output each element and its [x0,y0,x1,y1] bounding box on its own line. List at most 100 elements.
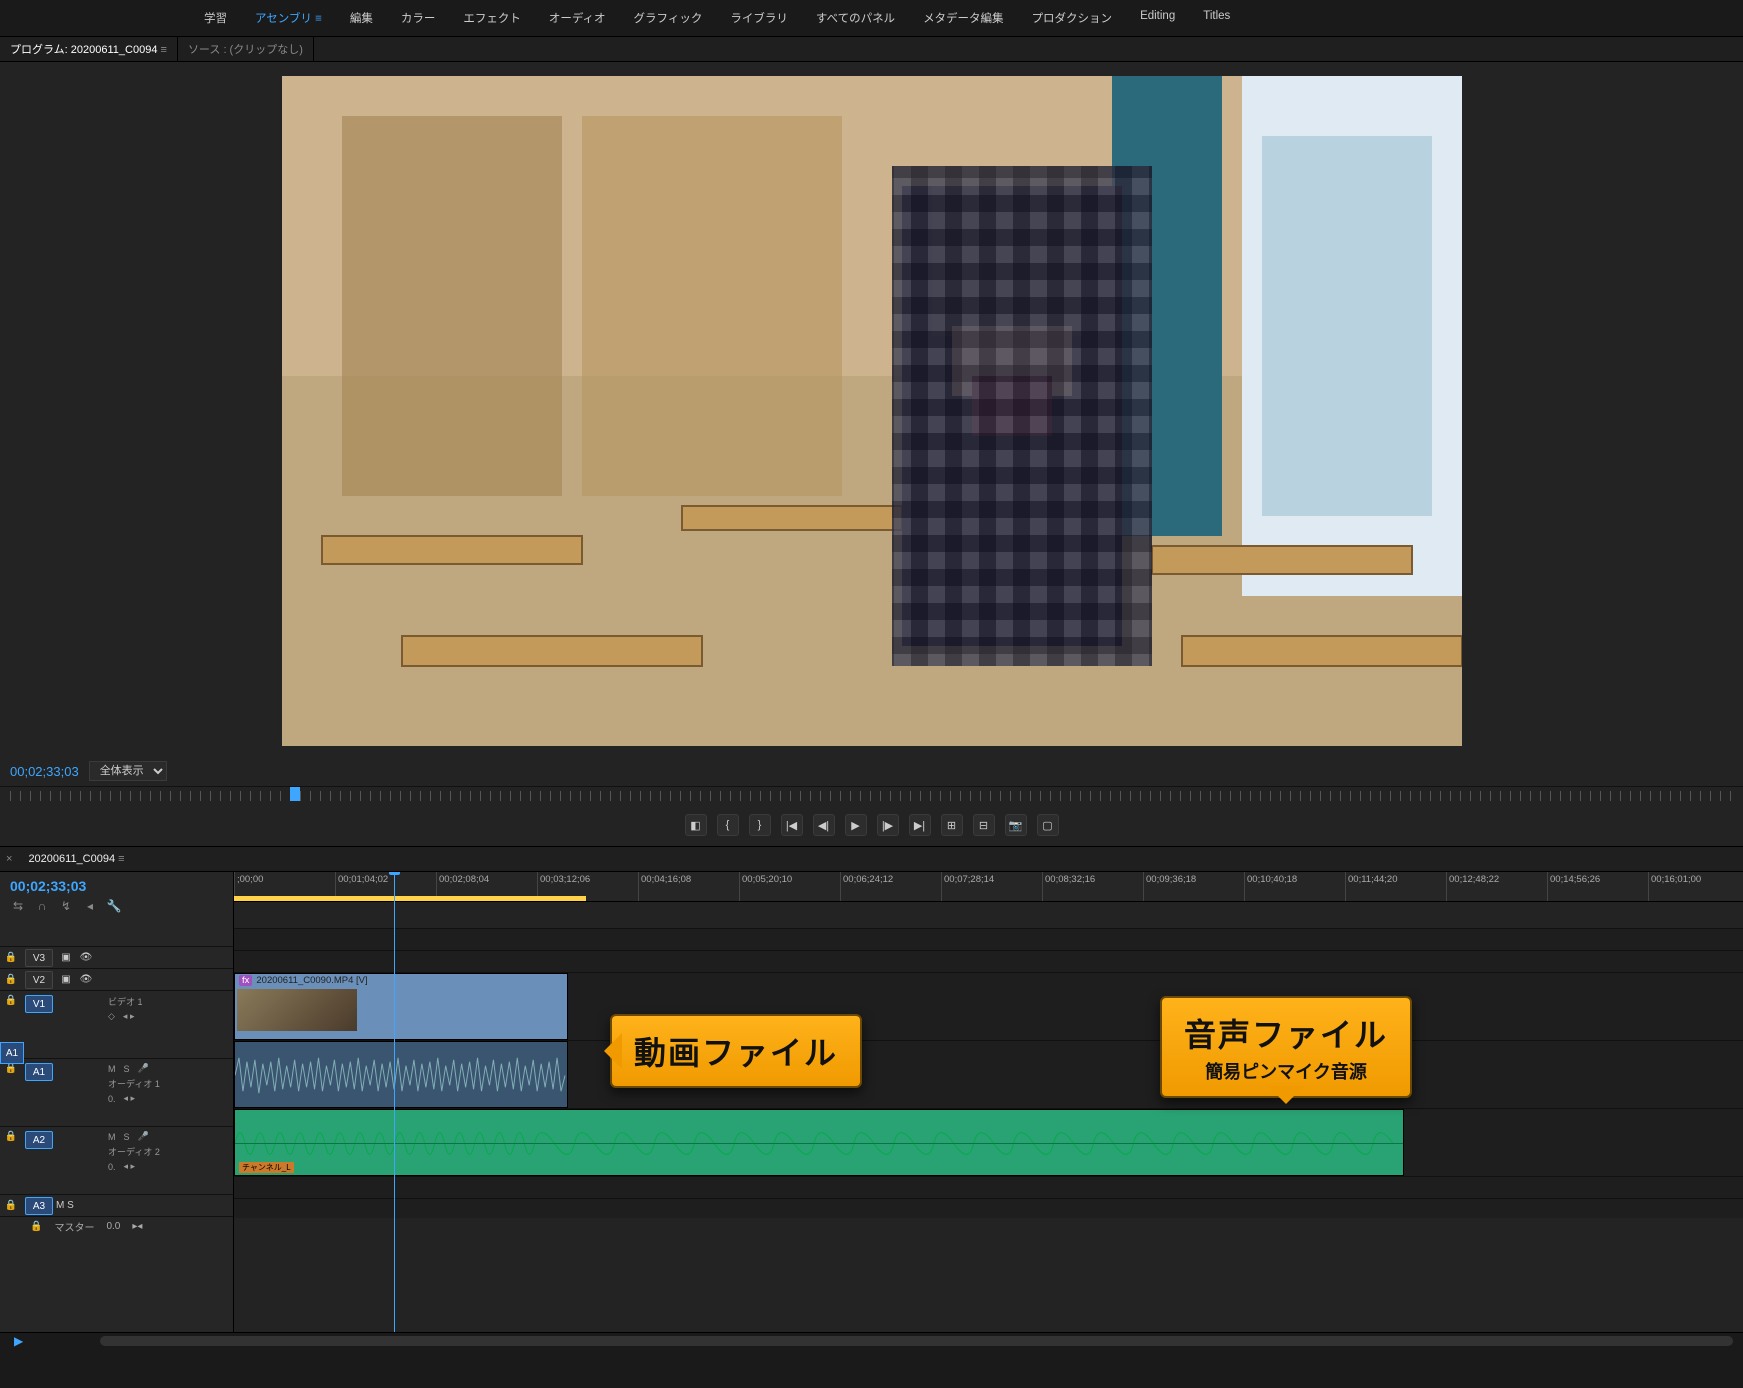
linked-selection-icon[interactable]: ∩ [34,898,50,914]
wrench-icon[interactable]: 🔧 [106,898,122,914]
time-ruler[interactable]: ;00;0000;01;04;0200;02;08;0400;03;12;060… [234,872,1743,902]
track-v2[interactable] [234,950,1743,972]
workspace-tab[interactable]: メタデータ編集 [909,4,1018,32]
audio-clip-2[interactable]: チャンネル_L [234,1109,1404,1176]
record-button[interactable]: 🎤 [138,1063,149,1074]
monitor-timecode[interactable]: 00;02;33;03 [10,764,79,779]
track-header-a2[interactable]: 🔒 A2 M S 🎤 オーディオ 2 0.◂ ▸ [0,1126,233,1194]
mute-button[interactable]: M [108,1064,116,1074]
marker-button[interactable]: ◧ [685,814,707,836]
video-preview[interactable] [282,76,1462,746]
workspace-tab[interactable]: Editing [1126,4,1189,32]
solo-button[interactable]: S [67,1200,74,1211]
workspace-tab[interactable]: プロダクション [1018,4,1127,32]
track-target-a2[interactable]: A2 [25,1131,53,1149]
video-clip[interactable]: fx20200611_C0090.MP4 [V] [234,973,568,1040]
solo-button[interactable]: S [124,1132,130,1142]
collapse-icon[interactable]: ▸◂ [132,1221,142,1232]
eye-icon[interactable]: 👁 [76,952,96,963]
marker-icon[interactable]: ↯ [58,898,74,914]
zoom-fit-select[interactable]: 全体表示 [89,761,167,781]
sequence-timecode[interactable]: 00;02;33;03 [0,872,233,896]
track-a3[interactable] [234,1176,1743,1198]
workspace-tab[interactable]: 編集 [336,4,387,32]
track-target-v1[interactable]: V1 [25,995,53,1013]
lock-icon[interactable]: 🔒 [0,1200,22,1211]
playhead[interactable] [394,872,395,1332]
timeline-scrollbar[interactable]: ▶ [0,1332,1743,1350]
snap-icon[interactable]: ⇆ [10,898,26,914]
scrollbar-thumb[interactable] [100,1336,1733,1346]
step-back-button[interactable]: ◀| [813,814,835,836]
track-a2[interactable]: チャンネル_L [234,1108,1743,1176]
workspace-tab[interactable]: ライブラリ [716,4,802,32]
workspace-tab[interactable]: 学習 [190,4,241,32]
toggle-output-icon[interactable]: ▣ [56,952,76,963]
workspace-tab[interactable]: オーディオ [535,4,620,32]
solo-button[interactable]: S [124,1064,130,1074]
track-target-a1[interactable]: A1 [25,1063,53,1081]
lock-icon[interactable]: 🔒 [0,1131,22,1142]
panel-tab-bar: プログラム: 20200611_C0094 ソース : (クリップなし) [0,36,1743,62]
record-button[interactable]: 🎤 [138,1131,149,1142]
in-point-button[interactable]: { [717,814,739,836]
track-header-v3[interactable]: 🔒 V3 ▣ 👁 [0,946,233,968]
go-to-out-button[interactable]: ▶| [909,814,931,836]
workspace-tab[interactable]: グラフィック [620,4,717,32]
workspace-tab[interactable]: カラー [387,4,450,32]
keyframe-icon[interactable]: ◇ [108,1011,115,1022]
workspace-tab[interactable]: エフェクト [449,4,535,32]
track-target-a3[interactable]: A3 [25,1197,53,1215]
source-patch-column: A1 [0,1042,24,1110]
sequence-tab[interactable]: 20200611_C0094 [18,848,134,870]
mini-playhead[interactable] [290,787,300,801]
go-to-in-button[interactable]: |◀ [781,814,803,836]
track-name-a2: オーディオ 2 [108,1145,160,1158]
sequence-header: × 20200611_C0094 [0,846,1743,872]
track-name-a1: オーディオ 1 [108,1077,160,1090]
lock-icon[interactable]: 🔒 [0,974,22,985]
settings-icon[interactable]: ◂ [82,898,98,914]
lock-icon[interactable]: 🔒 [0,995,22,1006]
step-forward-button[interactable]: |▶ [877,814,899,836]
track-header-v1[interactable]: 🔒 V1 ビデオ 1 ◇◂ ▸ [0,990,233,1058]
timeline-tools: ⇆ ∩ ↯ ◂ 🔧 [0,896,233,920]
track-v3[interactable] [234,928,1743,950]
workspace-tab[interactable]: Titles [1189,4,1244,32]
mute-button[interactable]: M [108,1132,116,1142]
track-header-v2[interactable]: 🔒 V2 ▣ 👁 [0,968,233,990]
lock-icon[interactable]: 🔒 [30,1221,42,1232]
channel-flag: チャンネル_L [239,1162,294,1173]
audio-clip-1[interactable] [234,1041,568,1108]
master-track[interactable]: 🔒 マスター 0.0 ▸◂ [0,1216,233,1236]
monitor-mini-ruler[interactable] [0,786,1743,808]
out-point-button[interactable]: } [749,814,771,836]
source-panel-tab[interactable]: ソース : (クリップなし) [178,36,314,62]
track-header-a3[interactable]: 🔒 A3 M S [0,1194,233,1216]
source-patch-a1[interactable]: A1 [0,1042,24,1064]
track-header-a1[interactable]: 🔒 A1 M S 🎤 オーディオ 1 0.◂ ▸ [0,1058,233,1126]
program-panel-tab[interactable]: プログラム: 20200611_C0094 [0,36,178,62]
export-frame-button[interactable]: 📷 [1005,814,1027,836]
eye-icon[interactable]: 👁 [76,974,96,985]
track-target-v2[interactable]: V2 [25,971,53,989]
workspace-tab[interactable]: すべてのパネル [802,4,909,32]
program-monitor-panel [0,62,1743,756]
track-name-v1: ビデオ 1 [108,995,143,1008]
master-value[interactable]: 0.0 [106,1221,120,1232]
track-a1[interactable] [234,1040,1743,1108]
lift-button[interactable]: ⊞ [941,814,963,836]
workspace-tab-active[interactable]: アセンブリ [241,4,336,32]
toggle-output-icon[interactable]: ▣ [56,974,76,985]
track-target-v3[interactable]: V3 [25,949,53,967]
extract-button[interactable]: ⊟ [973,814,995,836]
mute-button[interactable]: M [56,1200,64,1211]
timeline-tracks-area[interactable]: ;00;0000;01;04;0200;02;08;0400;03;12;060… [234,872,1743,1332]
lock-icon[interactable]: 🔒 [0,952,22,963]
track-master-lane[interactable] [234,1198,1743,1218]
work-area-bar[interactable] [234,896,586,901]
close-sequence-icon[interactable]: × [0,853,18,865]
track-v1[interactable]: fx20200611_C0090.MP4 [V] [234,972,1743,1040]
settings-button[interactable]: ▢ [1037,814,1059,836]
play-button[interactable]: ▶ [845,814,867,836]
